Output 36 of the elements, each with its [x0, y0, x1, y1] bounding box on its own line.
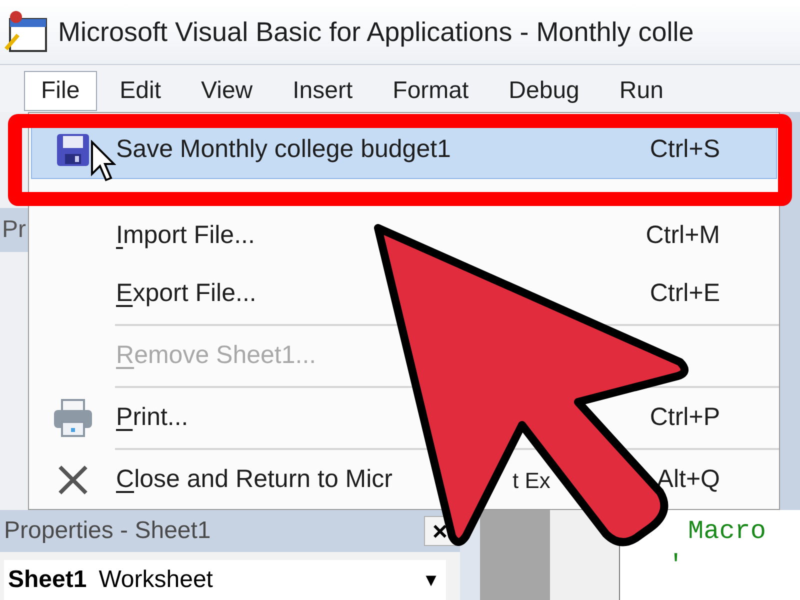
code-line: Macro — [688, 515, 768, 548]
dropdown-arrow-icon: ▼ — [422, 566, 440, 594]
close-icon — [56, 463, 90, 497]
menu-item[interactable]: Debug — [492, 71, 596, 111]
menu-option-label: Print... — [116, 402, 188, 434]
menu-option-label: Remove Sheet1... — [116, 340, 316, 372]
panel-title: Pr — [1, 216, 26, 243]
menu-option[interactable]: Close and Return to Micr t Ex Alt+Q — [31, 451, 777, 509]
menu-option[interactable]: Export File... Ctrl+E — [31, 265, 777, 323]
shortcut-label: Ctrl+E — [650, 278, 720, 310]
menu-option-label: t Ex — [512, 466, 550, 494]
menu-option[interactable]: Import File... Ctrl+M — [31, 207, 777, 265]
shortcut-label: Alt+Q — [656, 464, 720, 496]
shortcut-label: Ctrl+M — [646, 220, 720, 252]
mouse-cursor-icon — [90, 140, 116, 182]
object-type: Worksheet — [98, 565, 213, 595]
code-line: ' — [668, 549, 685, 582]
menu-item[interactable]: File — [24, 71, 97, 111]
printer-icon — [51, 398, 95, 438]
menu-option-label: Save Monthly college budget1 — [116, 134, 451, 166]
panel-title: Properties - Sheet1 — [4, 516, 211, 546]
menu-item[interactable]: Run — [602, 71, 680, 111]
menu-item[interactable]: View — [184, 71, 270, 111]
menu-option-label: Close and Return to Micr — [116, 464, 393, 496]
object-dropdown[interactable]: Sheet1 Worksheet ▼ — [4, 560, 446, 600]
menu-item[interactable]: Insert — [276, 71, 370, 111]
menu-option[interactable]: Print... Ctrl+P — [31, 389, 777, 447]
shortcut-label: Ctrl+S — [650, 134, 720, 166]
menu-option-label: Import File... — [116, 220, 255, 252]
menu-option-label: Export File... — [116, 278, 256, 310]
shortcut-label: Ctrl+P — [650, 402, 720, 434]
object-name: Sheet1 — [8, 565, 87, 595]
menu-item[interactable]: Edit — [102, 71, 178, 111]
menu-item[interactable]: Format — [376, 71, 486, 111]
app-window-icon — [4, 9, 50, 55]
window-title: Microsoft Visual Basic for Applications - Monthly colle — [58, 16, 694, 49]
